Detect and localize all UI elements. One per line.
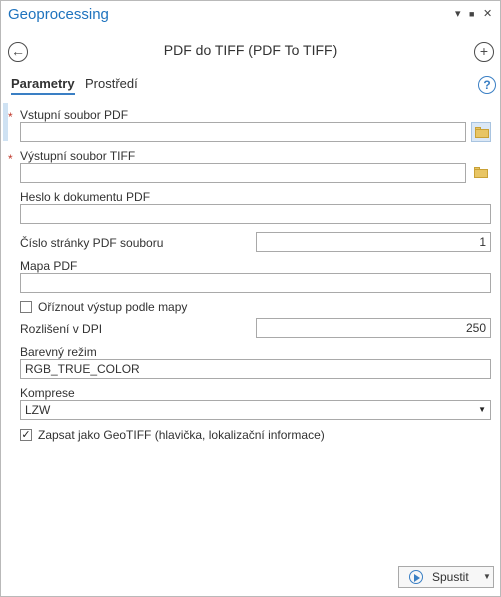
geotiff-checkbox[interactable]: ✓ bbox=[20, 429, 32, 441]
resolution-field[interactable]: 250 bbox=[256, 318, 491, 338]
browse-folder-icon[interactable] bbox=[471, 122, 491, 142]
color-mode-label: Barevný režim bbox=[20, 345, 97, 359]
color-mode-field[interactable]: RGB_TRUE_COLOR bbox=[20, 359, 491, 379]
page-number-field[interactable]: 1 bbox=[256, 232, 491, 252]
run-button[interactable]: Spustit ▼ bbox=[398, 566, 494, 588]
compression-dropdown[interactable]: LZW ▼ bbox=[20, 400, 491, 420]
tab-parameters[interactable]: Parametry bbox=[11, 76, 75, 95]
output-tiff-label: Výstupní soubor TIFF bbox=[20, 149, 136, 163]
browse-folder-icon[interactable] bbox=[471, 163, 491, 183]
compression-label: Komprese bbox=[20, 386, 75, 400]
pdf-password-field[interactable] bbox=[20, 204, 491, 224]
clip-to-map-checkbox[interactable] bbox=[20, 301, 32, 313]
compression-value: LZW bbox=[25, 403, 51, 417]
geotiff-label: Zapsat jako GeoTIFF (hlavička, lokalizač… bbox=[38, 428, 325, 442]
pane-options-icon[interactable]: ▾ bbox=[455, 7, 461, 20]
input-pdf-label: Vstupní soubor PDF bbox=[20, 108, 129, 122]
pane-title: Geoprocessing bbox=[8, 6, 109, 23]
input-pdf-field[interactable] bbox=[20, 122, 466, 142]
pane-titlebar: Geoprocessing ▾ ■ ✕ bbox=[0, 0, 501, 30]
pdf-map-field[interactable] bbox=[20, 273, 491, 293]
add-icon[interactable]: + bbox=[474, 42, 494, 62]
play-icon bbox=[409, 570, 423, 584]
required-marker: * bbox=[8, 152, 13, 166]
run-button-label: Spustit bbox=[432, 570, 469, 584]
page-number-label: Číslo stránky PDF souboru bbox=[20, 236, 164, 250]
close-icon[interactable]: ✕ bbox=[483, 7, 492, 20]
chevron-down-icon[interactable]: ▼ bbox=[483, 572, 491, 581]
tool-title: PDF do TIFF (PDF To TIFF) bbox=[163, 42, 338, 58]
help-icon[interactable]: ? bbox=[478, 76, 496, 94]
output-tiff-field[interactable] bbox=[20, 163, 466, 183]
required-marker: * bbox=[8, 110, 13, 124]
pdf-password-label: Heslo k dokumentu PDF bbox=[20, 190, 151, 204]
chevron-down-icon: ▼ bbox=[478, 405, 486, 414]
tool-header: ← PDF do TIFF (PDF To TIFF) + bbox=[0, 34, 501, 68]
clip-to-map-label: Oříznout výstup podle mapy bbox=[38, 300, 188, 314]
tab-environments[interactable]: Prostředí bbox=[85, 76, 138, 91]
pdf-map-label: Mapa PDF bbox=[20, 259, 78, 273]
tab-strip: Parametry Prostředí bbox=[0, 74, 501, 98]
resolution-label: Rozlišení v DPI bbox=[20, 322, 103, 336]
pane-autohide-icon[interactable]: ■ bbox=[469, 9, 474, 19]
